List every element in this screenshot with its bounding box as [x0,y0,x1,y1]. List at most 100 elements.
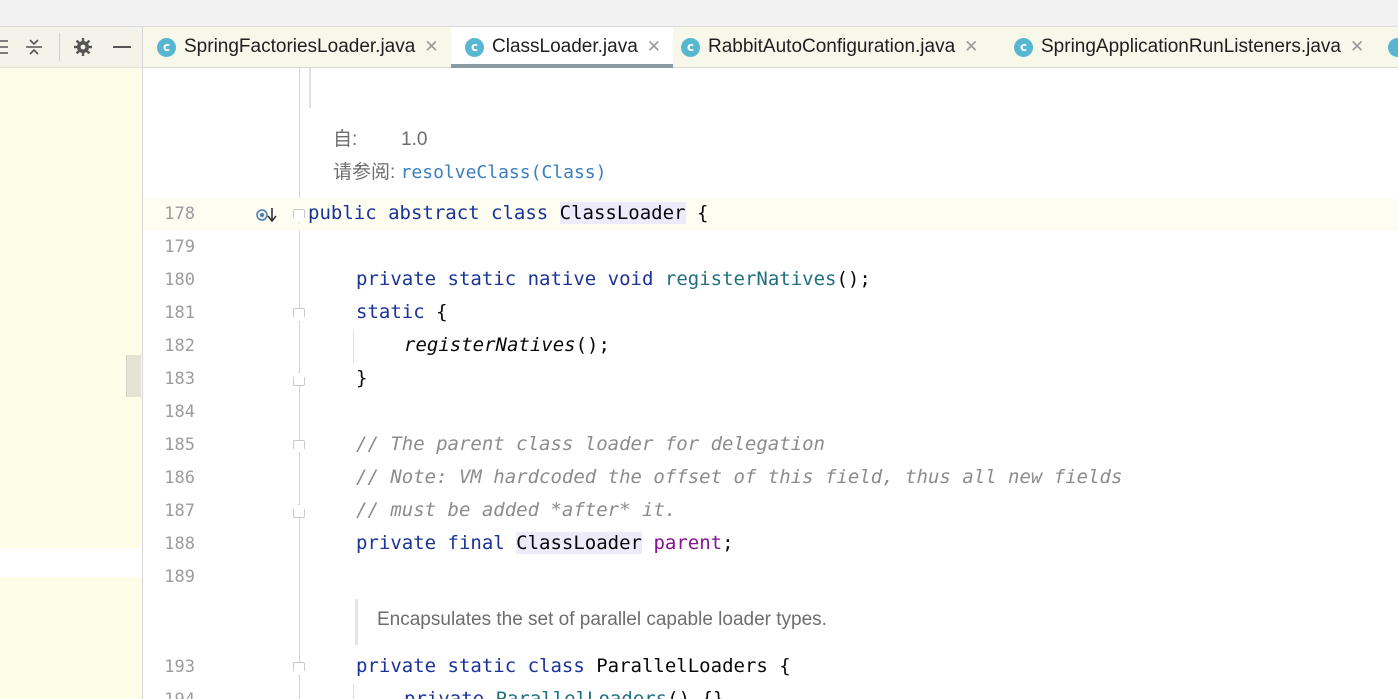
project-sidebar [0,27,143,699]
since-value: 1.0 [401,129,428,150]
javadoc-since: 自: 1.0 [333,124,427,151]
line-number: 185 [164,435,195,455]
tab-rabbit-auto-configuration[interactable]: c RabbitAutoConfiguration.java ✕ [681,27,978,67]
sidebar-scrollbar-thumb[interactable] [126,355,141,397]
line-number: 186 [164,468,195,488]
minimize-icon[interactable] [111,35,133,59]
class-icon: c [681,37,700,57]
line-number: 187 [164,501,195,521]
code-text: (); [575,334,610,356]
class-name: ParallelLoaders [596,655,768,677]
tab-class-loader[interactable]: c ClassLoader.java ✕ [451,27,674,68]
line-number: 194 [143,690,195,699]
window-top-strip [0,0,1398,27]
sidebar-selected-row[interactable] [0,548,142,577]
code-text: } [356,367,368,389]
method-call: registerNatives [404,334,576,356]
line-number: 178 [164,204,195,224]
doc-comment-bar [309,68,311,108]
close-icon[interactable]: ✕ [424,37,438,57]
keyword: private final [356,532,505,554]
indent-guide [353,330,354,363]
keyword: private static class [356,655,585,677]
type-name: ClassLoader [516,532,643,554]
method-name: registerNatives [664,268,837,290]
tab-spring-application-run-listeners[interactable]: c SpringApplicationRunListeners.java ✕ [1014,27,1364,67]
class-name: ClassLoader [559,202,686,224]
code-line-180[interactable]: 180 private static native void registerN… [143,264,1398,297]
class-icon: c [1014,37,1033,57]
keyword: private [404,688,485,699]
line-number: 179 [164,237,195,257]
tab-label: SpringFactoriesLoader.java [184,36,416,57]
fold-icon[interactable] [293,209,305,223]
sidebar-toolbar [0,27,142,68]
line-number: 189 [164,567,195,587]
code-text: () {} [667,688,725,699]
fold-icon[interactable] [293,440,305,454]
tab-label: ClassLoader.java [492,36,638,57]
code-line-185[interactable]: 185 // The parent class loader for deleg… [143,429,1398,462]
close-icon[interactable]: ✕ [964,37,978,57]
code-line-194[interactable]: 194 private ParallelLoaders() {} [143,684,1398,699]
indent-guide [353,684,354,699]
comment: // Note: VM hardcoded the offset of this… [356,466,1123,488]
doc-comment-bar [355,599,358,645]
comment: // must be added *after* it. [356,499,677,521]
code-text: (); [836,268,871,290]
method-name: ParallelLoaders [495,688,668,699]
code-line-189[interactable]: 189 [143,561,1398,594]
toolbar-separator [59,33,60,61]
line-number: 181 [164,303,195,323]
code-line-179[interactable]: 179 [143,231,1398,264]
line-number: 183 [164,369,195,389]
code-text: ; [722,532,734,554]
editor-tab-bar: c SpringFactoriesLoader.java ✕ c ClassLo… [143,27,1398,68]
line-number: 193 [164,657,195,677]
line-number: 180 [164,270,195,290]
collapse-all-icon[interactable] [23,35,45,59]
line-number: 182 [164,336,195,356]
fold-icon[interactable] [293,662,305,676]
code-line-188[interactable]: 188 private final ClassLoader parent; [143,528,1398,561]
tab-label: RabbitAutoConfiguration.java [708,36,956,57]
keyword: public abstract class [308,202,549,224]
class-icon [1388,37,1398,57]
code-line-184[interactable]: 184 [143,396,1398,429]
code-line-186[interactable]: 186 // Note: VM hardcoded the offset of … [143,462,1398,495]
close-icon[interactable]: ✕ [647,37,661,57]
tab-overflow[interactable] [1388,27,1398,67]
comment: // The parent class loader for delegatio… [356,433,825,455]
keyword: private static native void [356,268,654,290]
code-line-193[interactable]: 193 private static class ParallelLoaders… [143,651,1398,684]
code-line-181[interactable]: 181 static { [143,297,1398,330]
see-label: 请参阅: [333,162,396,183]
keyword: static [356,301,425,323]
code-line-187[interactable]: 187 // must be added *after* it. [143,495,1398,528]
tab-label: SpringApplicationRunListeners.java [1041,36,1341,57]
javadoc-inline: Encapsulates the set of parallel capable… [377,609,827,630]
code-line-178[interactable]: 178 public abstract class ClassLoader { [143,198,1398,231]
close-icon[interactable]: ✕ [1350,37,1364,57]
code-line-182[interactable]: 182 registerNatives(); [143,330,1398,363]
code-text: { [685,202,709,224]
ide-window: c SpringFactoriesLoader.java ✕ c ClassLo… [0,0,1398,699]
field-name: parent [653,532,723,554]
fold-icon[interactable] [293,308,305,322]
class-icon: c [465,37,484,57]
fold-icon[interactable] [293,504,305,518]
code-text: { [767,655,791,677]
code-text: { [424,301,448,323]
expand-all-icon[interactable] [0,35,16,59]
class-icon: c [157,37,176,57]
javadoc-see-also: 请参阅: resolveClass(Class) [333,157,606,184]
gear-icon[interactable] [72,35,94,59]
code-editor[interactable]: 自: 1.0 请参阅: resolveClass(Class) 178 publi… [143,68,1398,699]
line-number: 184 [164,402,195,422]
overridden-methods-icon[interactable] [256,205,280,225]
code-line-183[interactable]: 183 } [143,363,1398,396]
see-link[interactable]: resolveClass(Class) [401,162,607,183]
fold-icon[interactable] [293,372,305,386]
tab-spring-factories-loader[interactable]: c SpringFactoriesLoader.java ✕ [157,27,439,67]
since-label: 自: [333,129,358,150]
